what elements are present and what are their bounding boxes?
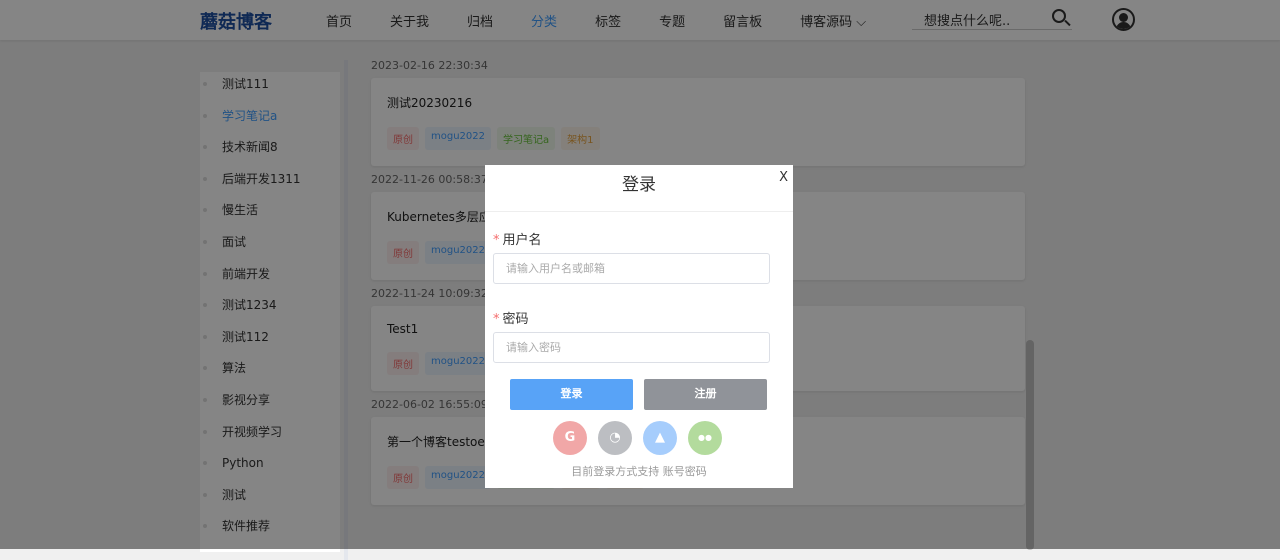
close-button[interactable]: X	[779, 170, 788, 185]
login-dialog: 登录 X *用户名 *密码 登录 注册 G ◔ ▲ ●● 目前登录方式支持 账号密码	[485, 165, 793, 488]
wechat-login-icon[interactable]: ●●	[688, 421, 722, 455]
password-label-text: 密码	[502, 312, 529, 327]
github-login-icon[interactable]: ◔	[598, 421, 632, 455]
dialog-title: 登录	[485, 165, 793, 212]
qq-login-icon[interactable]: ▲	[643, 421, 677, 455]
username-label-text: 用户名	[502, 233, 542, 248]
username-label: * 用户名	[493, 233, 542, 248]
register-button[interactable]: 注册	[644, 379, 767, 410]
login-hint: 目前登录方式支持 账号密码	[571, 465, 707, 478]
password-input[interactable]	[493, 332, 770, 363]
username-input[interactable]	[493, 253, 770, 284]
password-label: * 密码	[493, 312, 529, 327]
login-button[interactable]: 登录	[510, 379, 633, 410]
gitee-login-icon[interactable]: G	[553, 421, 587, 455]
